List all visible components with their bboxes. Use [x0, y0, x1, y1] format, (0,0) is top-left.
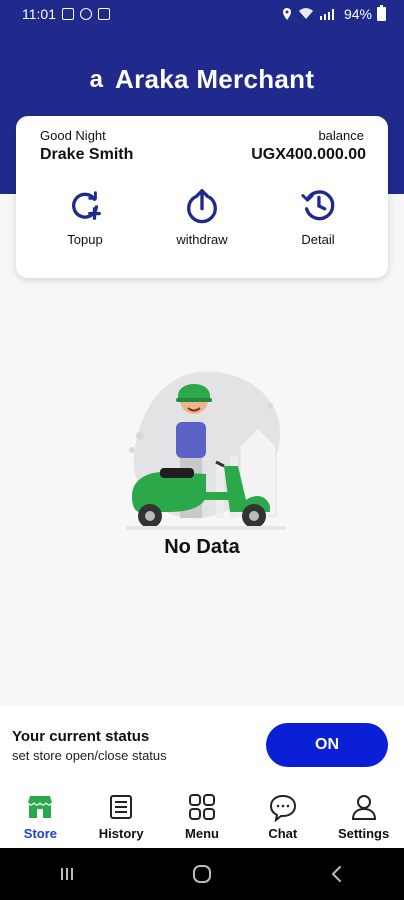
brand: a Araka Merchant — [0, 64, 404, 95]
nav-item-settings[interactable]: Settings — [323, 784, 404, 848]
bottom-nav: Store History Menu Chat Settings — [0, 784, 404, 848]
merchant-name: Drake Smith — [40, 146, 134, 163]
empty-state-illustration — [126, 371, 286, 530]
system-nav-bar — [0, 848, 404, 900]
wifi-icon — [298, 8, 313, 19]
nav-label-menu: Menu — [185, 826, 219, 841]
app-notification-icon — [80, 8, 92, 20]
nav-label-chat: Chat — [268, 826, 298, 841]
nav-label-settings: Settings — [337, 826, 390, 841]
store-status-toggle[interactable]: ON — [266, 723, 388, 767]
detail-label: Detail — [301, 232, 335, 247]
store-status-panel: Your current status set store open/close… — [0, 706, 404, 784]
status-title: Your current status — [12, 728, 150, 745]
status-subtitle: set store open/close status — [12, 748, 167, 763]
nav-label-history: History — [98, 826, 144, 841]
status-right: 94% — [281, 5, 386, 22]
history-clock-icon — [301, 190, 335, 221]
gallery-icon — [98, 8, 110, 20]
withdraw-button[interactable]: withdraw — [157, 186, 247, 247]
battery-icon — [377, 5, 386, 21]
topup-icon — [72, 191, 101, 220]
location-icon — [282, 8, 291, 20]
brand-logo-icon: a — [89, 65, 104, 93]
menu-grid-icon — [188, 794, 215, 820]
history-list-icon — [110, 795, 133, 819]
chat-icon — [269, 794, 296, 822]
topup-button[interactable]: Topup — [40, 186, 130, 247]
back-icon[interactable] — [326, 863, 348, 885]
topup-label: Topup — [67, 232, 103, 247]
recent-apps-icon[interactable] — [56, 863, 78, 885]
app-title: Araka Merchant — [115, 64, 315, 94]
balance-value: UGX400.000.00 — [251, 146, 366, 163]
greeting-text: Good Night — [40, 128, 106, 143]
withdraw-label: withdraw — [176, 232, 228, 247]
empty-state-text: No Data — [164, 536, 240, 558]
nav-item-menu[interactable]: Menu — [162, 784, 243, 848]
account-card: Good Night Drake Smith balance UGX400.00… — [16, 116, 388, 278]
nav-item-store[interactable]: Store — [0, 784, 81, 848]
notification-icon — [62, 8, 74, 20]
nav-label-store: Store — [23, 826, 58, 841]
status-time: 11:01 — [22, 6, 56, 22]
home-icon[interactable] — [191, 863, 213, 885]
balance-label: balance — [318, 128, 364, 143]
detail-button[interactable]: Detail — [273, 186, 363, 247]
nav-item-history[interactable]: History — [81, 784, 162, 848]
battery-percent: 94% — [343, 6, 372, 22]
store-icon — [27, 796, 53, 818]
signal-icon — [319, 9, 334, 20]
user-settings-icon — [351, 795, 376, 820]
nav-item-chat[interactable]: Chat — [242, 784, 323, 848]
withdraw-icon — [187, 189, 217, 224]
status-bar: 11:01 94% — [0, 0, 404, 28]
status-left: 11:01 — [22, 6, 110, 22]
